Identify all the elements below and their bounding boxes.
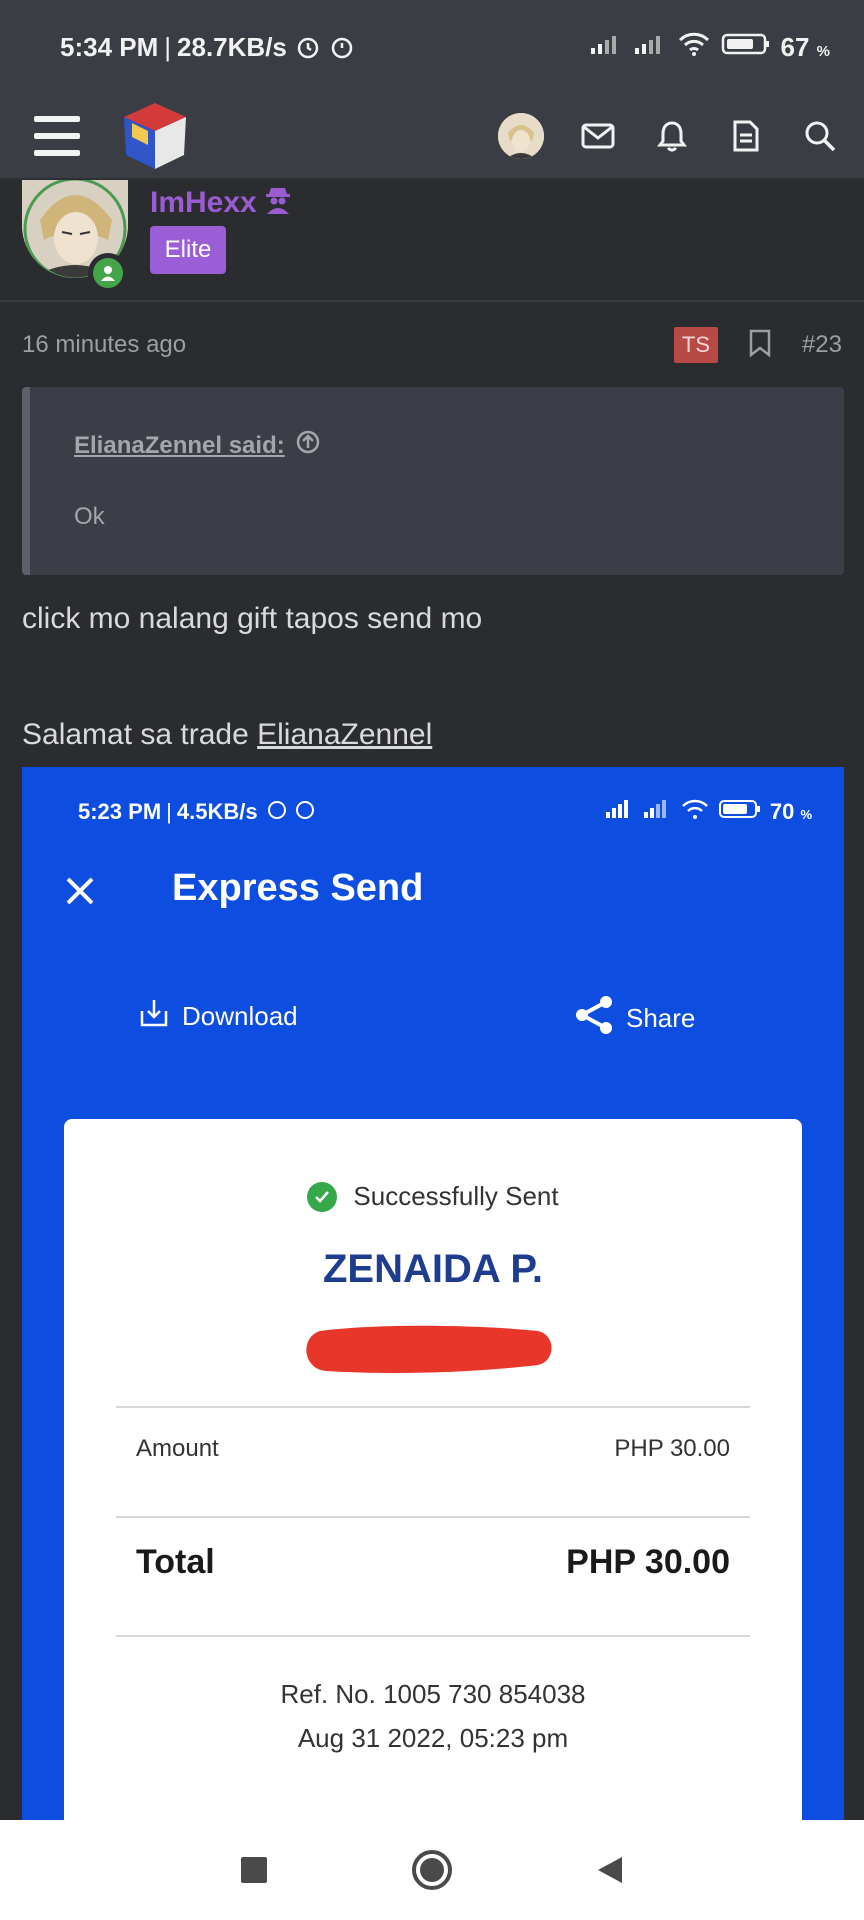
embedded-status-time: 5:23 PM [78, 799, 162, 824]
post-body-text: Salamat sa trade [22, 718, 258, 751]
total-row: Total PHP 30.00 [136, 1537, 730, 1587]
arrow-up-circle-icon[interactable] [295, 429, 321, 462]
share-label: Share [626, 1003, 696, 1033]
home-icon[interactable] [408, 1846, 456, 1894]
post-body-line: Salamat sa trade ElianaZennel [22, 718, 432, 752]
close-icon [60, 871, 100, 911]
wifi-icon [677, 31, 711, 64]
embedded-status-separator: | [166, 799, 172, 824]
search-icon[interactable] [800, 116, 840, 156]
bell-icon[interactable] [652, 116, 692, 156]
amount-row: Amount PHP 30.00 [136, 1429, 730, 1469]
download-label: Download [182, 1001, 298, 1031]
battery-icon [718, 798, 762, 826]
signal-icon [642, 799, 672, 825]
share-icon [572, 993, 616, 1044]
divider [116, 1406, 750, 1408]
embedded-title: Express Send [172, 867, 424, 909]
quote-block: ElianaZennel said: Ok [22, 387, 844, 575]
role-badge: Elite [150, 226, 226, 274]
download-icon [138, 997, 170, 1036]
embedded-status-speed: 4.5KB/s [176, 799, 258, 824]
signal-icon [604, 799, 634, 825]
divider [116, 1516, 750, 1518]
total-value: PHP 30.00 [566, 1542, 730, 1581]
signal-icon [589, 32, 623, 63]
download-button: Download [138, 997, 298, 1036]
embedded-battery-unit: % [800, 807, 812, 822]
signal-icon [633, 32, 667, 63]
quote-author-link[interactable]: ElianaZennel said: [74, 429, 321, 462]
status-speed: 28.7KB/s [177, 31, 287, 62]
battery-unit: % [816, 42, 830, 60]
bookmark-icon[interactable] [748, 328, 772, 363]
embedded-battery-percent: 70 [769, 799, 795, 824]
spy-icon [263, 184, 293, 222]
battery-icon [721, 32, 771, 63]
online-status-icon [88, 253, 128, 293]
post-meta: 16 minutes ago TS #23 [0, 302, 864, 388]
status-bar: 5:34 PM | 28.7KB/s 67 % [0, 0, 864, 94]
system-nav-bar [0, 1820, 864, 1920]
success-text: Successfully Sent [353, 1181, 559, 1211]
receipt-card: Successfully Sent ZENAIDA P. Amount PHP … [64, 1119, 802, 1820]
username-text: ImHexx [150, 186, 257, 219]
mail-icon[interactable] [578, 116, 618, 156]
alarm-icon [329, 34, 355, 60]
amount-label: Amount [136, 1435, 219, 1462]
attached-screenshot[interactable]: 5:23 PM | 4.5KB/s 70 % Express Send Down… [22, 767, 844, 1820]
amount-value: PHP 30.00 [614, 1435, 730, 1462]
back-icon[interactable] [586, 1846, 634, 1894]
status-time: 5:34 PM [60, 31, 159, 62]
site-logo[interactable] [118, 99, 192, 173]
share-button: Share [572, 993, 695, 1044]
status-separator: | [164, 31, 172, 62]
menu-icon[interactable] [34, 116, 80, 156]
thread-starter-badge: TS [673, 327, 718, 363]
success-status: Successfully Sent [64, 1181, 802, 1212]
divider [116, 1635, 750, 1637]
post-author-name[interactable]: ImHexx [150, 184, 293, 222]
alarm-icon [295, 34, 321, 60]
document-icon[interactable] [726, 116, 766, 156]
wifi-icon [680, 798, 710, 826]
recent-apps-icon[interactable] [230, 1846, 278, 1894]
embedded-status-bar: 5:23 PM | 4.5KB/s 70 % [22, 767, 844, 857]
transaction-datetime: Aug 31 2022, 05:23 pm [297, 1723, 569, 1753]
post-author-block: ImHexx Elite [0, 180, 864, 302]
redaction-mark [302, 1321, 554, 1377]
total-label: Total [136, 1542, 215, 1581]
alarm-icon [266, 798, 288, 826]
check-circle-icon [307, 1181, 338, 1212]
user-avatar[interactable] [498, 113, 544, 159]
post-body-line: click mo nalang gift tapos send mo [22, 602, 483, 635]
recipient-name: ZENAIDA P. [322, 1247, 544, 1291]
alarm-icon [294, 798, 316, 826]
post-number[interactable]: #23 [802, 331, 842, 359]
post-time[interactable]: 16 minutes ago [22, 331, 186, 359]
reference-number: Ref. No. 1005 730 854038 [280, 1679, 586, 1709]
mention-link[interactable]: ElianaZennel [257, 718, 432, 751]
app-header [0, 94, 864, 180]
quote-author-text: ElianaZennel said: [74, 431, 285, 459]
battery-percent: 67 [780, 31, 810, 62]
quote-text: Ok [74, 503, 105, 530]
